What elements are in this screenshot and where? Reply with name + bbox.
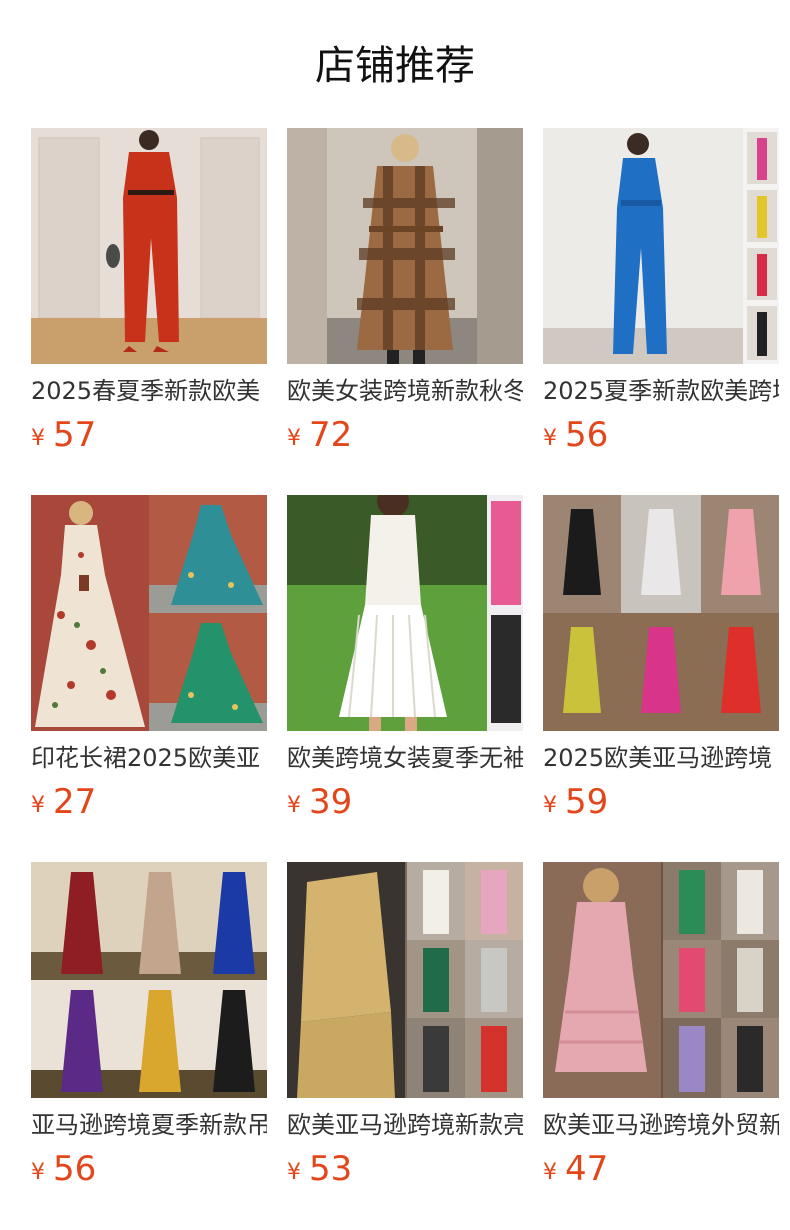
product-card[interactable]: 欧美女装跨境新款秋冬 ¥72 (287, 128, 523, 455)
product-name[interactable]: 2025夏季新款欧美跨境 (543, 374, 779, 408)
product-price: ¥59 (543, 780, 608, 824)
product-name[interactable]: 亚马逊跨境夏季新款吊 (31, 1108, 267, 1142)
product-price: ¥56 (543, 413, 608, 457)
product-price: ¥47 (543, 1147, 608, 1191)
product-price: ¥57 (31, 413, 96, 457)
product-image[interactable] (31, 128, 267, 364)
currency-symbol: ¥ (31, 793, 45, 818)
product-card[interactable]: 2025夏季新款欧美跨境 ¥56 (543, 128, 779, 455)
product-card[interactable]: 亚马逊跨境夏季新款吊 ¥56 (31, 862, 267, 1189)
price-value: 53 (309, 1149, 353, 1189)
price-value: 57 (53, 415, 97, 455)
product-card[interactable]: 印花长裙2025欧美亚 ¥27 (31, 495, 267, 822)
product-price: ¥53 (287, 1147, 352, 1191)
currency-symbol: ¥ (287, 1160, 301, 1185)
product-image[interactable] (543, 862, 779, 1098)
currency-symbol: ¥ (543, 793, 557, 818)
product-name[interactable]: 欧美女装跨境新款秋冬 (287, 374, 523, 408)
currency-symbol: ¥ (31, 1160, 45, 1185)
product-name[interactable]: 欧美亚马逊跨境外贸新 (543, 1108, 779, 1142)
product-card[interactable]: 欧美跨境女装夏季无袖 ¥39 (287, 495, 523, 822)
currency-symbol: ¥ (287, 793, 301, 818)
product-image[interactable] (287, 128, 523, 364)
product-name[interactable]: 欧美跨境女装夏季无袖 (287, 741, 523, 775)
product-image[interactable] (287, 495, 523, 731)
product-image[interactable] (543, 128, 779, 364)
price-value: 72 (309, 415, 353, 455)
currency-symbol: ¥ (31, 426, 45, 451)
product-image[interactable] (287, 862, 523, 1098)
price-value: 47 (565, 1149, 609, 1189)
product-card[interactable]: 2025欧美亚马逊跨境 ¥59 (543, 495, 779, 822)
product-image[interactable] (543, 495, 779, 731)
price-value: 56 (565, 415, 609, 455)
product-image[interactable] (31, 862, 267, 1098)
product-card[interactable]: 2025春夏季新款欧美 ¥57 (31, 128, 267, 455)
product-name[interactable]: 欧美亚马逊跨境新款亮 (287, 1108, 523, 1142)
product-image[interactable] (31, 495, 267, 731)
price-value: 56 (53, 1149, 97, 1189)
product-name[interactable]: 印花长裙2025欧美亚 (31, 741, 267, 775)
product-name[interactable]: 2025春夏季新款欧美 (31, 374, 267, 408)
product-price: ¥72 (287, 413, 352, 457)
product-price: ¥27 (31, 780, 96, 824)
product-price: ¥39 (287, 780, 352, 824)
product-grid: 2025春夏季新款欧美 ¥57 欧美女装跨境新款秋冬 ¥ 72 2025夏季新款… (31, 128, 779, 1189)
price-value: 39 (309, 782, 353, 822)
product-price: ¥56 (31, 1147, 96, 1191)
price-value: 59 (565, 782, 609, 822)
section-title: 店铺推荐 (315, 43, 475, 89)
product-name[interactable]: 2025欧美亚马逊跨境 (543, 741, 779, 775)
product-card[interactable]: 欧美亚马逊跨境新款亮 ¥53 (287, 862, 523, 1189)
product-card[interactable]: 欧美亚马逊跨境外贸新 ¥47 (543, 862, 779, 1189)
price-value: 27 (53, 782, 97, 822)
currency-symbol: ¥ (543, 1160, 557, 1185)
currency-symbol: ¥ (287, 426, 301, 451)
currency-symbol: ¥ (543, 426, 557, 451)
